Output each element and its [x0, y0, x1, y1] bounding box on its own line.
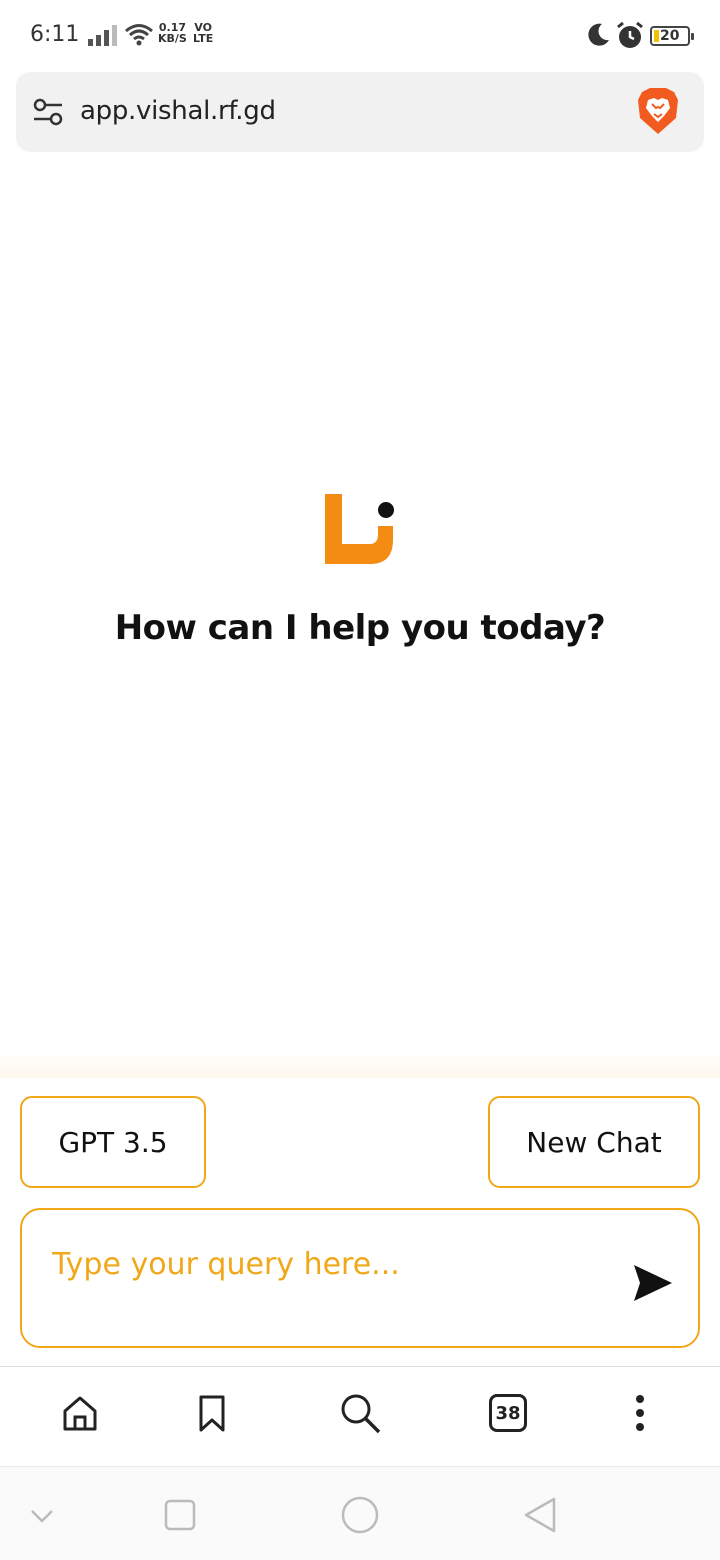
system-nav-bar — [0, 1466, 720, 1560]
site-settings-icon[interactable] — [32, 96, 64, 128]
app-logo — [325, 494, 394, 564]
volte-indicator: VO LTE — [193, 22, 213, 44]
home-icon — [63, 1396, 97, 1431]
home-circle-icon[interactable] — [340, 1495, 380, 1535]
recents-icon[interactable] — [160, 1495, 200, 1535]
query-input[interactable] — [52, 1244, 612, 1284]
brave-lion-icon[interactable] — [636, 86, 680, 136]
query-box[interactable] — [20, 1208, 700, 1348]
network-speed: 0.17 KB/S — [158, 22, 187, 44]
browser-toolbar: 38 — [0, 1366, 720, 1466]
search-icon — [341, 1394, 381, 1434]
battery-percent: 20 — [660, 28, 680, 44]
composer-fade — [0, 1050, 720, 1078]
bookmark-button[interactable] — [190, 1391, 234, 1435]
home-button[interactable] — [58, 1391, 102, 1435]
status-time: 6:11 — [30, 22, 80, 47]
search-button[interactable] — [338, 1391, 382, 1435]
send-icon[interactable] — [632, 1262, 674, 1304]
battery-level — [654, 30, 659, 42]
wifi-icon — [125, 24, 153, 46]
greeting-heading: How can I help you today? — [114, 608, 606, 648]
model-select-button[interactable]: GPT 3.5 — [20, 1096, 206, 1188]
signal-icon — [88, 25, 117, 46]
chevron-down-icon[interactable] — [22, 1495, 62, 1535]
battery-icon: 20 — [650, 26, 694, 46]
status-bar: 6:11 0.17 KB/S VO LTE 20 — [0, 0, 720, 72]
more-vertical-icon — [636, 1395, 644, 1431]
moon-icon — [588, 23, 609, 46]
tabs-count: 38 — [489, 1394, 527, 1432]
menu-button[interactable] — [618, 1391, 662, 1435]
volte-bottom: LTE — [193, 32, 214, 45]
alarm-icon — [617, 21, 643, 48]
new-chat-button[interactable]: New Chat — [488, 1096, 700, 1188]
url-text[interactable]: app.vishal.rf.gd — [80, 96, 276, 126]
address-bar[interactable]: app.vishal.rf.gd — [16, 72, 704, 152]
tabs-button[interactable]: 38 — [486, 1391, 530, 1435]
speed-unit: KB/S — [158, 32, 187, 45]
bookmark-icon — [199, 1395, 225, 1432]
back-icon[interactable] — [520, 1495, 560, 1535]
